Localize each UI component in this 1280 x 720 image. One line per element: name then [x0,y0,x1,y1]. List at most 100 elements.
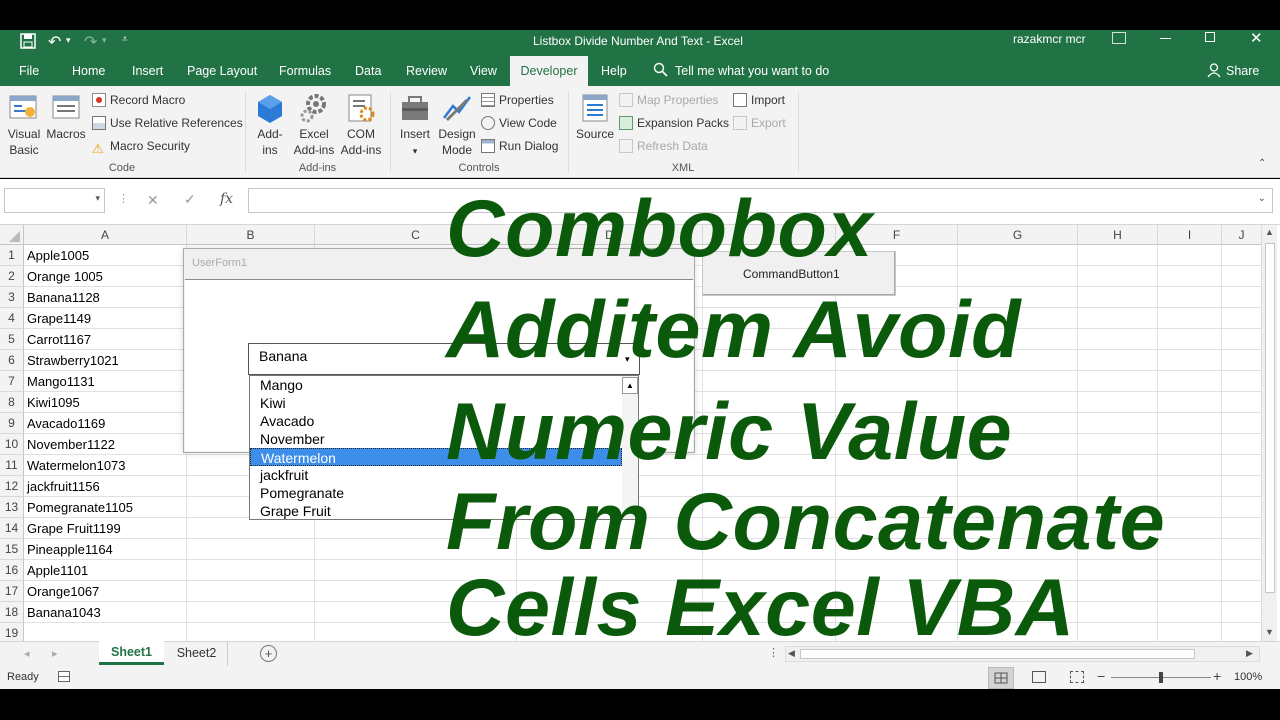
undo-dropdown-icon[interactable]: ▾ [66,35,71,46]
tell-me-search[interactable]: Tell me what you want to do [675,56,829,86]
cell-a[interactable]: Grape Fruit1199 [27,518,121,539]
share-user-icon[interactable] [1207,63,1221,78]
cancel-entry-icon[interactable]: ✕ [147,192,159,209]
cell-a[interactable]: Pineapple1164 [27,539,113,560]
tab-file[interactable]: File [19,56,39,86]
row-header[interactable]: 13 [0,497,24,518]
cell-a[interactable]: Orange 1005 [27,266,103,287]
column-header-i[interactable]: I [1158,225,1222,245]
page-layout-view-icon[interactable] [1032,671,1046,683]
row-header[interactable]: 16 [0,560,24,581]
row-header[interactable]: 15 [0,539,24,560]
expansion-packs-button[interactable]: Expansion Packs [619,114,729,132]
row-header[interactable]: 6 [0,350,24,371]
row-header[interactable]: 18 [0,602,24,623]
cell-a[interactable]: Strawberry1021 [27,350,119,371]
macro-recording-icon[interactable] [58,671,70,682]
cell-a[interactable]: Carrot1167 [27,329,91,350]
zoom-in-icon[interactable]: + [1213,668,1221,684]
share-button[interactable]: Share [1226,56,1259,86]
sheet-tab-sheet1[interactable]: Sheet1 [99,641,164,665]
insert-function-icon[interactable]: fx [220,191,233,207]
vertical-scroll-thumb[interactable] [1265,243,1275,593]
excel-addins-button[interactable]: Excel Add-ins [291,92,337,158]
cell-a[interactable]: Apple1101 [27,560,88,581]
undo-icon[interactable]: ↶ [48,32,61,52]
row-header[interactable]: 1 [0,245,24,266]
add-sheet-icon[interactable]: + [260,645,277,662]
cell-a[interactable]: Orange1067 [27,581,99,602]
tab-review[interactable]: Review [406,56,447,86]
macro-security-button[interactable]: ⚠ Macro Security [92,137,190,156]
scroll-up-icon[interactable]: ▲ [1265,227,1274,237]
zoom-slider[interactable] [1111,672,1211,683]
row-header[interactable]: 12 [0,476,24,497]
maximize-icon[interactable] [1205,32,1215,42]
tab-page-layout[interactable]: Page Layout [187,56,257,86]
column-header-a[interactable]: A [24,225,187,245]
properties-button[interactable]: Properties [481,91,554,109]
column-header-j[interactable]: J [1222,225,1262,245]
page-break-view-icon[interactable] [1070,671,1084,683]
insert-control-button[interactable]: Insert ▾ [396,92,434,159]
addins-button[interactable]: Add- ins [252,92,288,158]
row-header[interactable]: 7 [0,371,24,392]
tab-view[interactable]: View [470,56,497,86]
column-header-b[interactable]: B [187,225,315,245]
tab-formulas[interactable]: Formulas [279,56,331,86]
zoom-out-icon[interactable]: − [1097,668,1105,684]
expand-formula-bar-icon[interactable]: ⌄ [1258,193,1266,204]
name-box[interactable]: ▾ [4,188,105,213]
vertical-scrollbar[interactable]: ▲ ▼ [1261,225,1277,641]
cell-a[interactable]: Kiwi1095 [27,392,80,413]
column-header-g[interactable]: G [958,225,1078,245]
run-dialog-button[interactable]: Run Dialog [481,137,558,155]
row-header[interactable]: 3 [0,287,24,308]
collapse-ribbon-icon[interactable]: ⌃ [1258,158,1266,169]
confirm-entry-icon[interactable]: ✓ [184,191,196,208]
name-box-dropdown-icon[interactable]: ▾ [95,193,100,204]
row-header[interactable]: 14 [0,518,24,539]
cell-a[interactable]: Grape1149 [27,308,91,329]
relative-references-button[interactable]: Use Relative References [92,114,243,132]
ribbon-display-icon[interactable] [1112,32,1126,44]
prev-sheet-icon[interactable]: ◂ [24,647,30,660]
minimize-icon[interactable] [1160,38,1171,39]
close-icon[interactable]: ✕ [1250,29,1263,47]
zoom-slider-thumb[interactable] [1159,672,1163,683]
next-sheet-icon[interactable]: ▸ [52,647,58,660]
zoom-level[interactable]: 100% [1234,671,1262,683]
user-name[interactable]: razakmcr mcr [1013,32,1086,46]
tab-insert[interactable]: Insert [132,56,163,86]
row-header[interactable]: 8 [0,392,24,413]
column-header-h[interactable]: H [1078,225,1158,245]
row-header[interactable]: 5 [0,329,24,350]
row-header[interactable]: 17 [0,581,24,602]
cell-a[interactable]: November1122 [27,434,115,455]
record-macro-button[interactable]: Record Macro [92,91,185,109]
row-header[interactable]: 10 [0,434,24,455]
cell-a[interactable]: Apple1005 [27,245,89,266]
row-header[interactable]: 9 [0,413,24,434]
cell-a[interactable]: Banana1043 [27,602,101,623]
cell-a[interactable]: Banana1128 [27,287,100,308]
macros-button[interactable]: Macros [45,92,87,142]
normal-view-icon[interactable] [988,667,1014,689]
view-code-button[interactable]: View Code [481,114,557,132]
cell-a[interactable]: Watermelon1073 [27,455,126,476]
scroll-down-icon[interactable]: ▼ [1265,627,1274,637]
cell-a[interactable]: Pomegranate1105 [27,497,133,518]
scroll-right-icon[interactable]: ▶ [1246,648,1253,659]
row-header[interactable]: 2 [0,266,24,287]
tab-data[interactable]: Data [355,56,381,86]
tab-help[interactable]: Help [601,56,627,86]
design-mode-button[interactable]: Design Mode [436,92,478,158]
visual-basic-button[interactable]: Visual Basic [4,92,44,158]
row-header[interactable]: 4 [0,308,24,329]
source-button[interactable]: Source [574,92,616,142]
row-header[interactable]: 11 [0,455,24,476]
com-addins-button[interactable]: COM Add-ins [338,92,384,158]
cell-a[interactable]: jackfruit1156 [27,476,100,497]
select-all-corner[interactable] [0,225,24,245]
row-header[interactable]: 19 [0,623,24,641]
